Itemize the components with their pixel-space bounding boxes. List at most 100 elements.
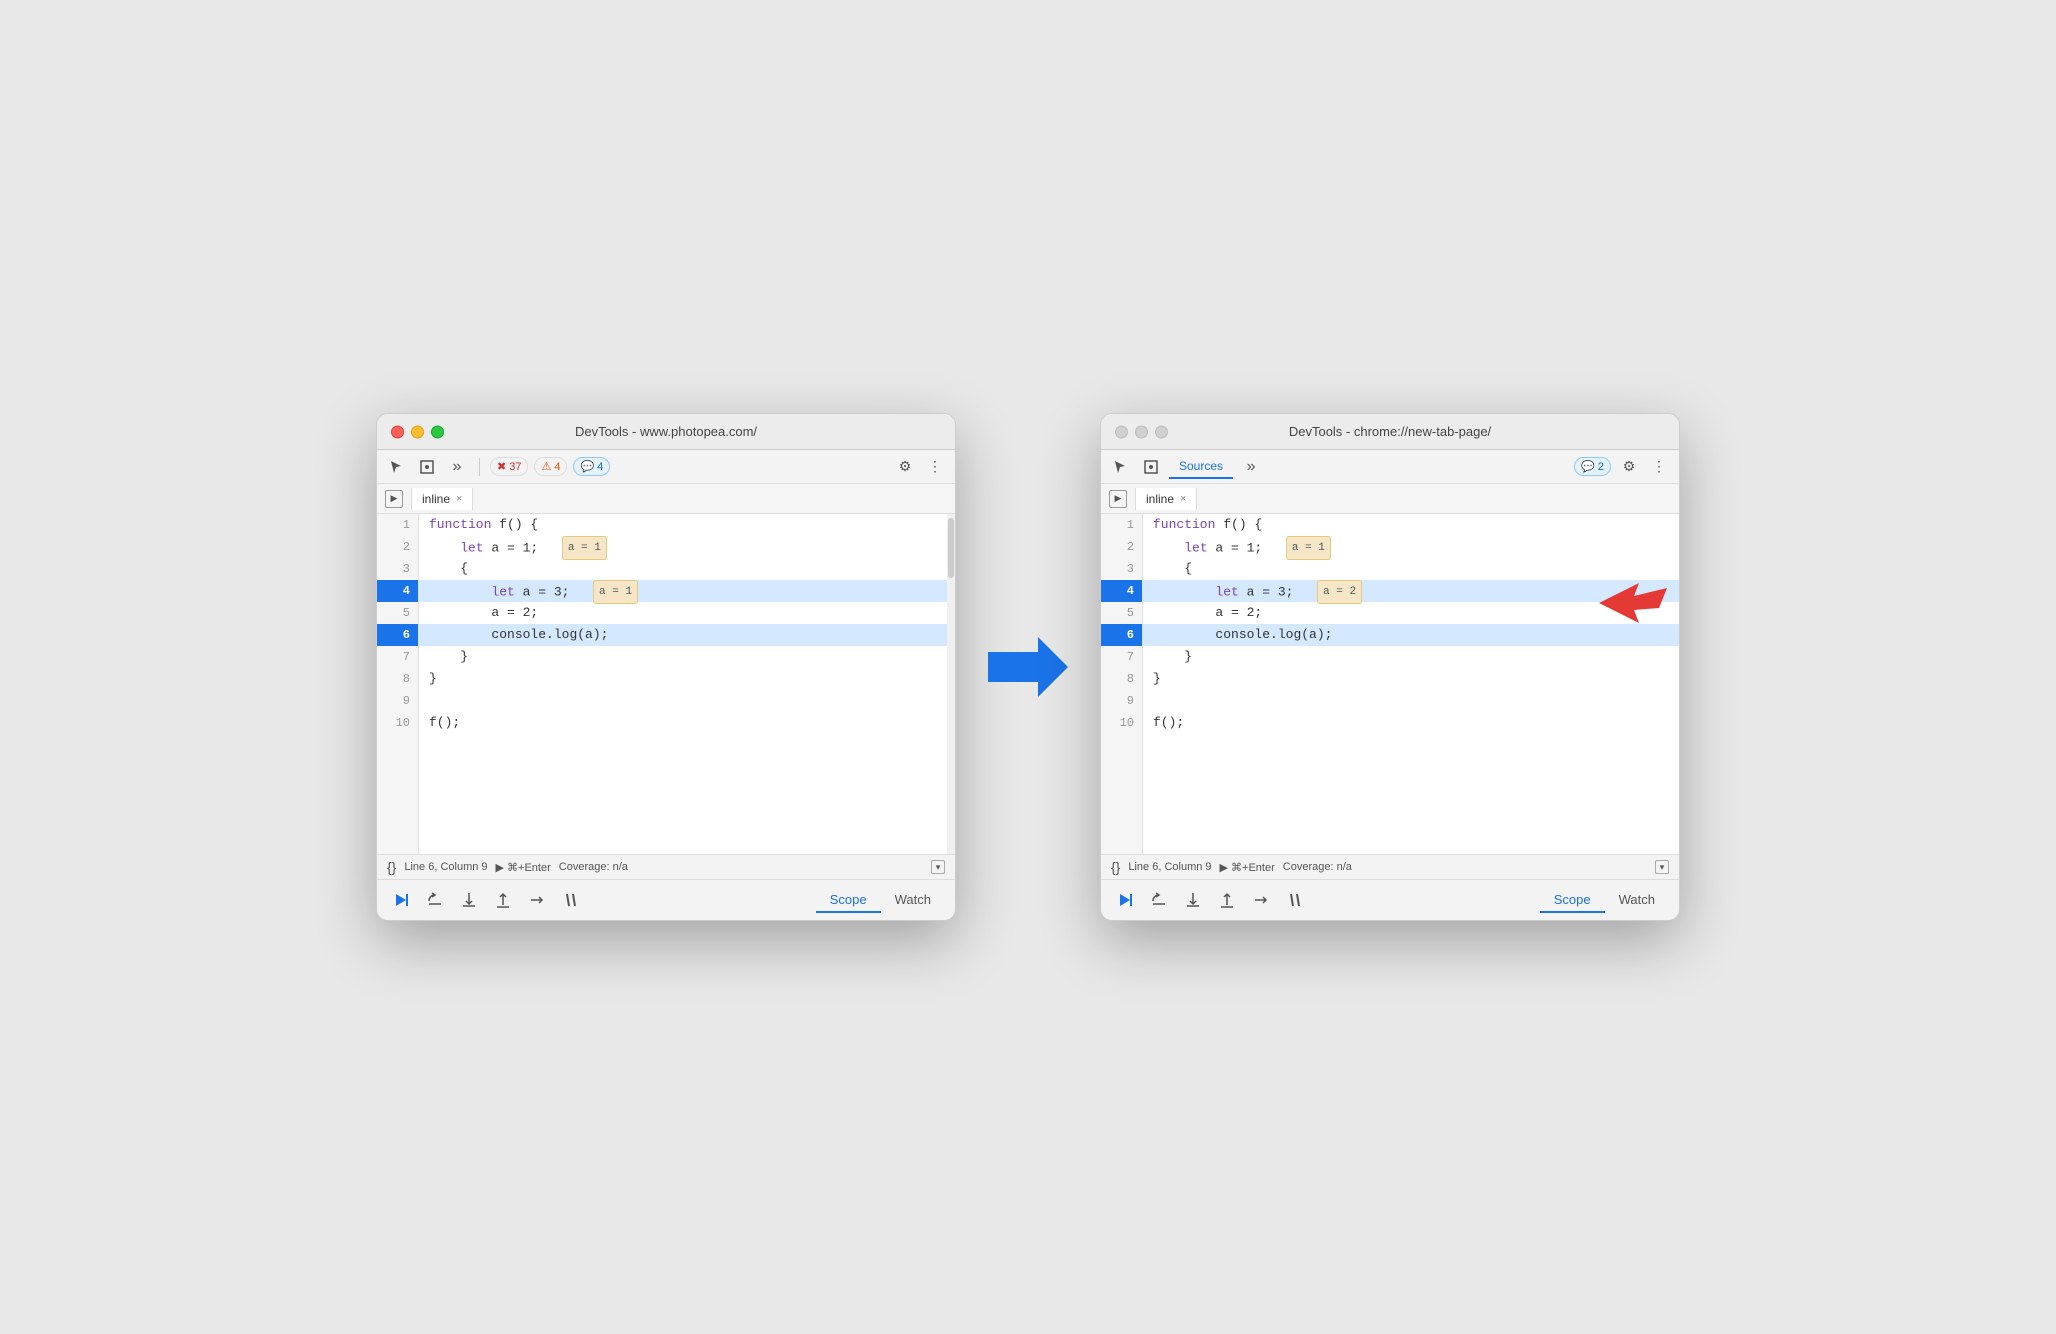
left-devtools-toolbar: » ✖ 37 ⚠ 4 💬 4 ⚙ ⋮: [377, 450, 955, 484]
left-editor-scrollbar[interactable]: [947, 514, 955, 854]
error-badge[interactable]: ✖ 37: [490, 457, 528, 476]
right-code-line-9: [1143, 690, 1679, 712]
right-cursor-icon[interactable]: [1109, 455, 1133, 479]
right-step-into-button[interactable]: [1179, 886, 1207, 914]
right-devtools-window: DevTools - chrome://new-tab-page/ Source…: [1100, 413, 1680, 921]
line-num-5: 5: [377, 602, 418, 624]
right-format-icon[interactable]: {}: [1111, 859, 1120, 875]
right-resume-button[interactable]: [1111, 886, 1139, 914]
right-devtools-toolbar: Sources » 💬 2 ⚙ ⋮: [1101, 450, 1679, 484]
right-deactivate-button[interactable]: [1281, 886, 1309, 914]
minimize-button[interactable]: [411, 425, 424, 438]
left-debug-toolbar: Scope Watch: [377, 879, 955, 920]
warning-count: 4: [554, 461, 560, 473]
close-button[interactable]: [391, 425, 404, 438]
left-code-line-5: a = 2;: [419, 602, 947, 624]
right-title-bar: DevTools - chrome://new-tab-page/: [1101, 414, 1679, 450]
right-file-tab-name: inline: [1146, 492, 1174, 506]
left-code-line-7: }: [419, 646, 947, 668]
cursor-icon[interactable]: [385, 455, 409, 479]
line-num-7: 7: [377, 646, 418, 668]
message-icon: 💬: [580, 460, 594, 473]
left-step-into-button[interactable]: [455, 886, 483, 914]
left-scrollbar-thumb[interactable]: [948, 518, 954, 578]
right-step-over-button[interactable]: [1145, 886, 1173, 914]
more-options-icon[interactable]: ⋮: [923, 455, 947, 479]
right-run-label[interactable]: ▶ ⌘+Enter: [1220, 861, 1275, 874]
right-status-bar: {} Line 6, Column 9 ▶ ⌘+Enter Coverage: …: [1101, 854, 1679, 879]
left-code-editor[interactable]: 1 2 3 4 5 6 7 8 9 10 function f() { let …: [377, 514, 955, 854]
right-more-panels-icon[interactable]: »: [1239, 455, 1263, 479]
left-code-line-9: [419, 690, 947, 712]
right-inspect-icon[interactable]: [1139, 455, 1163, 479]
right-line-num-8: 8: [1101, 668, 1142, 690]
right-line-num-9: 9: [1101, 690, 1142, 712]
right-sources-tab[interactable]: Sources: [1169, 455, 1233, 479]
line-num-2: 2: [377, 536, 418, 558]
right-step-out-button[interactable]: [1213, 886, 1241, 914]
message-count: 4: [597, 461, 603, 473]
error-icon: ✖: [497, 460, 506, 473]
right-watch-tab[interactable]: Watch: [1605, 888, 1669, 913]
left-format-icon[interactable]: {}: [387, 859, 396, 875]
more-panels-icon[interactable]: »: [445, 455, 469, 479]
right-code-line-4: let a = 3; a = 2: [1143, 580, 1679, 602]
right-line-num-4: 4: [1101, 580, 1142, 602]
right-code-line-10: f();: [1143, 712, 1679, 734]
warning-icon: ⚠: [541, 460, 551, 473]
right-step-button[interactable]: [1247, 886, 1275, 914]
toolbar-divider: [479, 458, 480, 476]
right-close-button[interactable]: [1115, 425, 1128, 438]
settings-icon[interactable]: ⚙: [893, 455, 917, 479]
warning-badge[interactable]: ⚠ 4: [534, 457, 567, 476]
right-message-badge[interactable]: 💬 2: [1574, 457, 1611, 476]
right-play-pause-icon[interactable]: ▶: [1109, 490, 1127, 508]
left-code-line-10: f();: [419, 712, 947, 734]
left-code-line-1: function f() {: [419, 514, 947, 536]
left-traffic-lights: [391, 425, 444, 438]
scene: DevTools - www.photopea.com/ » ✖ 37 ⚠ 4 …: [336, 373, 1720, 961]
right-traffic-lights: [1115, 425, 1168, 438]
right-line-num-10: 10: [1101, 712, 1142, 734]
right-line-numbers: 1 2 3 4 5 6 7 8 9 10: [1101, 514, 1143, 854]
left-watch-tab[interactable]: Watch: [881, 888, 945, 913]
left-deactivate-button[interactable]: [557, 886, 585, 914]
right-settings-icon[interactable]: ⚙: [1617, 455, 1641, 479]
right-line-num-3: 3: [1101, 558, 1142, 580]
left-file-tab[interactable]: inline ×: [411, 488, 473, 510]
left-code-line-4: let a = 3; a = 1: [419, 580, 947, 602]
right-debug-toolbar: Scope Watch: [1101, 879, 1679, 920]
message-badge[interactable]: 💬 4: [573, 457, 610, 476]
right-maximize-button[interactable]: [1155, 425, 1168, 438]
left-run-label[interactable]: ▶ ⌘+Enter: [496, 861, 551, 874]
left-code-line-3: {: [419, 558, 947, 580]
right-code-line-3: {: [1143, 558, 1679, 580]
right-file-tab-close[interactable]: ×: [1180, 493, 1186, 505]
right-minimize-button[interactable]: [1135, 425, 1148, 438]
right-message-count: 2: [1598, 461, 1604, 473]
right-line-num-7: 7: [1101, 646, 1142, 668]
left-window-title: DevTools - www.photopea.com/: [575, 424, 757, 439]
left-status-scrollbar[interactable]: ▾: [931, 860, 945, 874]
left-line-col: Line 6, Column 9: [404, 861, 487, 873]
inspect-icon[interactable]: [415, 455, 439, 479]
line-num-3: 3: [377, 558, 418, 580]
right-code-lines: function f() { let a = 1; a = 1 { let a …: [1143, 514, 1679, 854]
left-play-pause-icon[interactable]: ▶: [385, 490, 403, 508]
right-file-tab[interactable]: inline ×: [1135, 488, 1197, 510]
left-step-out-button[interactable]: [489, 886, 517, 914]
right-status-scrollbar[interactable]: ▾: [1655, 860, 1669, 874]
right-source-tab-bar: ▶ inline ×: [1101, 484, 1679, 514]
right-more-options-icon[interactable]: ⋮: [1647, 455, 1671, 479]
left-step-over-button[interactable]: [421, 886, 449, 914]
right-scope-tab[interactable]: Scope: [1540, 888, 1605, 913]
line-num-10: 10: [377, 712, 418, 734]
left-resume-button[interactable]: [387, 886, 415, 914]
left-file-tab-close[interactable]: ×: [456, 493, 462, 505]
right-code-line-2: let a = 1; a = 1: [1143, 536, 1679, 558]
right-code-editor[interactable]: 1 2 3 4 5 6 7 8 9 10 function f() { let …: [1101, 514, 1679, 854]
left-file-tab-name: inline: [422, 492, 450, 506]
left-scope-tab[interactable]: Scope: [816, 888, 881, 913]
left-step-button[interactable]: [523, 886, 551, 914]
maximize-button[interactable]: [431, 425, 444, 438]
